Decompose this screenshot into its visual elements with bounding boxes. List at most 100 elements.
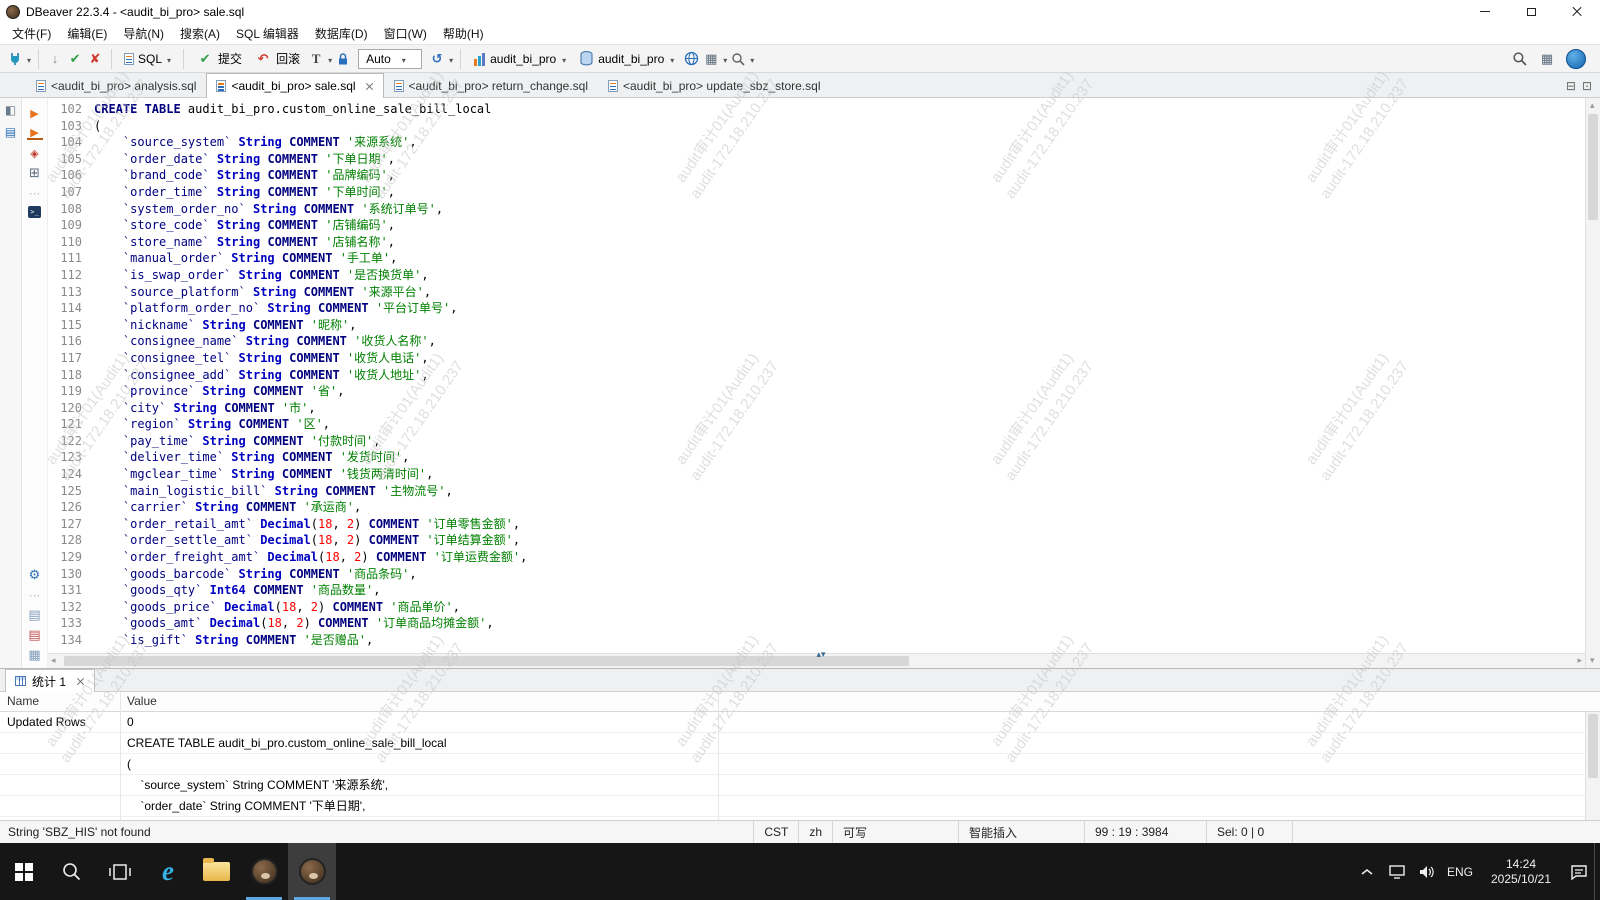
- titlebar: DBeaver 22.3.4 - <audit_bi_pro> sale.sql: [0, 0, 1600, 23]
- search-everywhere-icon[interactable]: [1510, 49, 1528, 69]
- new-sql-editor-button[interactable]: SQL: [119, 48, 176, 70]
- tab-label: <audit_bi_pro> analysis.sql: [51, 79, 196, 93]
- sash-collapse-icons[interactable]: ▴▾: [817, 650, 826, 659]
- invalidate-connection-icon[interactable]: [86, 49, 104, 69]
- menu-item[interactable]: 文件(F): [4, 23, 59, 44]
- results-row[interactable]: (: [0, 754, 1600, 775]
- vertical-scroll-thumb[interactable]: [1588, 114, 1598, 220]
- settings-gear-icon[interactable]: [27, 568, 43, 582]
- close-tab-icon[interactable]: [365, 82, 374, 91]
- editor-tab[interactable]: <audit_bi_pro> analysis.sql: [26, 73, 206, 97]
- database-navigator-icon[interactable]: [3, 125, 19, 139]
- sql-console-icon[interactable]: [28, 206, 41, 218]
- minimize-button[interactable]: [1462, 0, 1508, 23]
- validate-connection-icon[interactable]: [66, 49, 84, 69]
- statistics-tab[interactable]: 统计 1: [5, 669, 95, 692]
- action-center-icon[interactable]: [1564, 843, 1594, 900]
- code-line: 130 `goods_barcode` String COMMENT '商品条码…: [48, 566, 1585, 583]
- script-templates-icon[interactable]: [27, 648, 43, 662]
- maximize-button[interactable]: [1508, 0, 1554, 23]
- show-desktop-button[interactable]: [1594, 843, 1600, 900]
- dbeaver-app-icon: [6, 5, 20, 19]
- file-explorer-button[interactable]: [192, 843, 240, 900]
- commit-mode-combo[interactable]: Auto: [358, 49, 422, 69]
- line-number: 125: [48, 483, 94, 500]
- grid-icon: [15, 676, 26, 686]
- menu-item[interactable]: 帮助(H): [435, 23, 492, 44]
- explain-plan-icon[interactable]: [27, 166, 43, 180]
- results-row[interactable]: CREATE TABLE audit_bi_pro.custom_online_…: [0, 733, 1600, 754]
- statistics-tab-label: 统计 1: [32, 673, 66, 690]
- transaction-dropdown[interactable]: [327, 52, 332, 66]
- internet-explorer-button[interactable]: e: [144, 843, 192, 900]
- code-line: 127 `order_retail_amt` Decimal(18, 2) CO…: [48, 516, 1585, 533]
- menu-item[interactable]: 导航(N): [115, 23, 172, 44]
- scroll-left-icon[interactable]: ◂: [51, 655, 56, 666]
- execute-new-tab-icon[interactable]: [27, 146, 43, 160]
- code-area[interactable]: 102CREATE TABLE audit_bi_pro.custom_onli…: [48, 98, 1585, 653]
- results-row[interactable]: Updated Rows0: [0, 712, 1600, 733]
- editor-tab[interactable]: <audit_bi_pro> return_change.sql: [384, 73, 598, 97]
- minimize-view-icon[interactable]: [1566, 79, 1576, 93]
- connect-icon[interactable]: [46, 49, 64, 69]
- scroll-right-icon[interactable]: ▸: [1577, 655, 1582, 666]
- execute-statement-icon[interactable]: [27, 106, 43, 120]
- start-button[interactable]: [0, 843, 48, 900]
- layout-dropdown[interactable]: [722, 52, 727, 66]
- schema-selector[interactable]: audit_bi_pro: [574, 48, 680, 70]
- perspective-icon[interactable]: [1538, 49, 1556, 69]
- new-connection-icon[interactable]: [6, 49, 24, 69]
- connection-selector[interactable]: audit_bi_pro: [468, 48, 572, 70]
- volume-icon[interactable]: [1412, 843, 1442, 900]
- execute-script-icon[interactable]: [27, 126, 43, 140]
- results-scrollbar[interactable]: [1585, 712, 1600, 820]
- code-line: 113 `source_platform` String COMMENT '来源…: [48, 284, 1585, 301]
- editor-tab[interactable]: <audit_bi_pro> update_sbz_store.sql: [598, 73, 830, 97]
- menu-item[interactable]: 窗口(W): [376, 23, 435, 44]
- editor-layout-icon[interactable]: [702, 49, 720, 69]
- close-statistics-tab-icon[interactable]: [76, 677, 85, 686]
- transaction-log-icon[interactable]: [307, 49, 325, 69]
- new-connection-dropdown[interactable]: [26, 52, 31, 66]
- close-icon: [1571, 6, 1583, 18]
- rollback-button[interactable]: 回滚: [249, 48, 305, 70]
- globe-icon[interactable]: [682, 49, 700, 69]
- menu-item[interactable]: 搜索(A): [172, 23, 228, 44]
- language-indicator[interactable]: ENG: [1442, 865, 1478, 879]
- history-dropdown[interactable]: [448, 52, 453, 66]
- result-name-cell: [0, 775, 120, 795]
- dbeaver-badge-icon[interactable]: [1566, 49, 1586, 69]
- task-view-button[interactable]: [96, 843, 144, 900]
- menu-item[interactable]: SQL 编辑器: [228, 23, 307, 44]
- tray-display-icon[interactable]: [1382, 843, 1412, 900]
- restore-navigator-icon[interactable]: [3, 103, 19, 117]
- close-button[interactable]: [1554, 0, 1600, 23]
- line-number: 113: [48, 284, 94, 301]
- save-script-icon[interactable]: [27, 628, 43, 642]
- column-header-name[interactable]: Name: [0, 692, 120, 711]
- dbeaver-taskbar-button-1[interactable]: [240, 843, 288, 900]
- status-segment: CST: [753, 821, 798, 843]
- scroll-up-icon[interactable]: ▴: [1590, 100, 1595, 111]
- tray-expand-icon[interactable]: [1352, 843, 1382, 900]
- search-dropdown[interactable]: [749, 52, 754, 66]
- results-row[interactable]: `source_system` String COMMENT '来源系统',: [0, 775, 1600, 796]
- horizontal-scroll-thumb[interactable]: [64, 656, 909, 666]
- horizontal-scrollbar[interactable]: ◂ ▸ ▴▾: [48, 653, 1585, 668]
- commit-button[interactable]: 提交: [191, 48, 247, 70]
- vertical-scrollbar[interactable]: ▴ ▾: [1585, 98, 1600, 668]
- scroll-down-icon[interactable]: ▾: [1590, 655, 1595, 666]
- taskbar-search-button[interactable]: [48, 843, 96, 900]
- column-header-value[interactable]: Value: [120, 692, 718, 711]
- toolbar-search-icon[interactable]: [729, 49, 747, 69]
- menu-item[interactable]: 编辑(E): [59, 23, 115, 44]
- menu-item[interactable]: 数据库(D): [307, 23, 376, 44]
- editor-tab[interactable]: <audit_bi_pro> sale.sql: [206, 73, 383, 98]
- taskbar-clock[interactable]: 14:24 2025/10/21: [1478, 857, 1564, 887]
- load-script-icon[interactable]: [27, 608, 43, 622]
- maximize-view-icon[interactable]: [1582, 79, 1592, 93]
- results-row[interactable]: `order_date` String COMMENT '下单日期',: [0, 796, 1600, 817]
- results-scroll-thumb[interactable]: [1588, 714, 1598, 778]
- query-history-icon[interactable]: [428, 49, 446, 69]
- dbeaver-taskbar-button-2[interactable]: [288, 843, 336, 900]
